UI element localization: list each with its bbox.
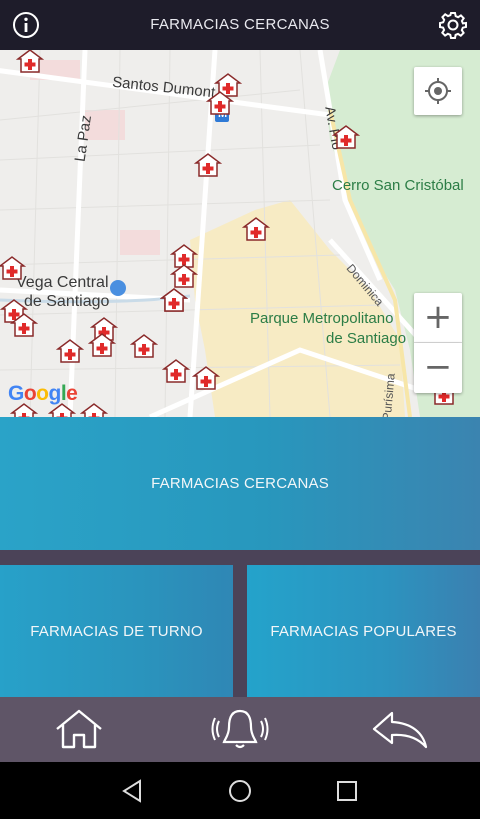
nearby-pharmacies-label: FARMACIAS CERCANAS — [151, 475, 329, 492]
popular-pharmacies-label: FARMACIAS POPULARES — [270, 622, 457, 640]
pharmacy-marker-icon[interactable] — [10, 312, 38, 338]
pharmacy-marker-icon[interactable] — [0, 255, 26, 281]
divider — [233, 565, 247, 697]
pharmacy-marker-icon[interactable] — [130, 333, 158, 359]
pharmacy-marker-icon[interactable] — [162, 358, 190, 384]
crosshair-icon — [425, 78, 451, 104]
bottom-nav — [0, 697, 480, 762]
pharmacy-marker-icon[interactable] — [80, 402, 108, 417]
on-duty-pharmacies-label: FARMACIAS DE TURNO — [30, 622, 203, 640]
map-label-cerro: Cerro San Cristóbal — [332, 177, 464, 194]
plus-icon: + — [423, 297, 453, 337]
circle-home-icon[interactable] — [227, 778, 253, 804]
pharmacy-marker-icon[interactable] — [16, 50, 44, 74]
popular-pharmacies-button[interactable]: FARMACIAS POPULARES — [247, 565, 480, 697]
my-location-button[interactable] — [414, 67, 462, 115]
pharmacy-marker-icon[interactable] — [192, 365, 220, 391]
pharmacy-marker-icon[interactable] — [88, 332, 116, 358]
gear-icon[interactable] — [438, 10, 468, 40]
map-label-parque-1: Parque Metropolitano — [250, 310, 394, 327]
pharmacy-marker-icon[interactable] — [194, 152, 222, 178]
nearby-pharmacies-button[interactable]: FARMACIAS CERCANAS — [0, 417, 480, 550]
pharmacy-marker-icon[interactable] — [56, 338, 84, 364]
google-logo: Google — [8, 382, 78, 405]
pharmacy-marker-icon[interactable] — [332, 124, 360, 150]
pharmacy-marker-icon[interactable] — [242, 216, 270, 242]
page-title: FARMACIAS CERCANAS — [150, 16, 330, 33]
system-nav-bar — [0, 762, 480, 819]
map-label-parque-2: de Santiago — [326, 330, 407, 347]
pharmacy-marker-icon[interactable] — [206, 90, 234, 116]
minus-icon: − — [423, 347, 453, 387]
zoom-in-button[interactable]: + — [414, 293, 462, 343]
zoom-out-button[interactable]: − — [414, 343, 462, 393]
pharmacy-marker-icon[interactable] — [160, 287, 188, 313]
divider — [0, 550, 480, 565]
map-label-vega-2: de Santiago — [24, 293, 110, 310]
map-view[interactable]: Santos Dumont La Paz Av. Pío Cerro San C… — [0, 50, 480, 417]
map-label-vega-1: Vega Central — [16, 274, 109, 291]
square-recents-icon[interactable] — [334, 778, 360, 804]
pharmacy-marker-icon[interactable] — [170, 263, 198, 289]
app-header: FARMACIAS CERCANAS — [0, 0, 480, 50]
bell-icon[interactable] — [210, 705, 270, 753]
back-arrow-icon[interactable] — [370, 705, 430, 753]
on-duty-pharmacies-button[interactable]: FARMACIAS DE TURNO — [0, 565, 233, 697]
triangle-back-icon[interactable] — [120, 778, 146, 804]
home-icon[interactable] — [49, 705, 109, 753]
